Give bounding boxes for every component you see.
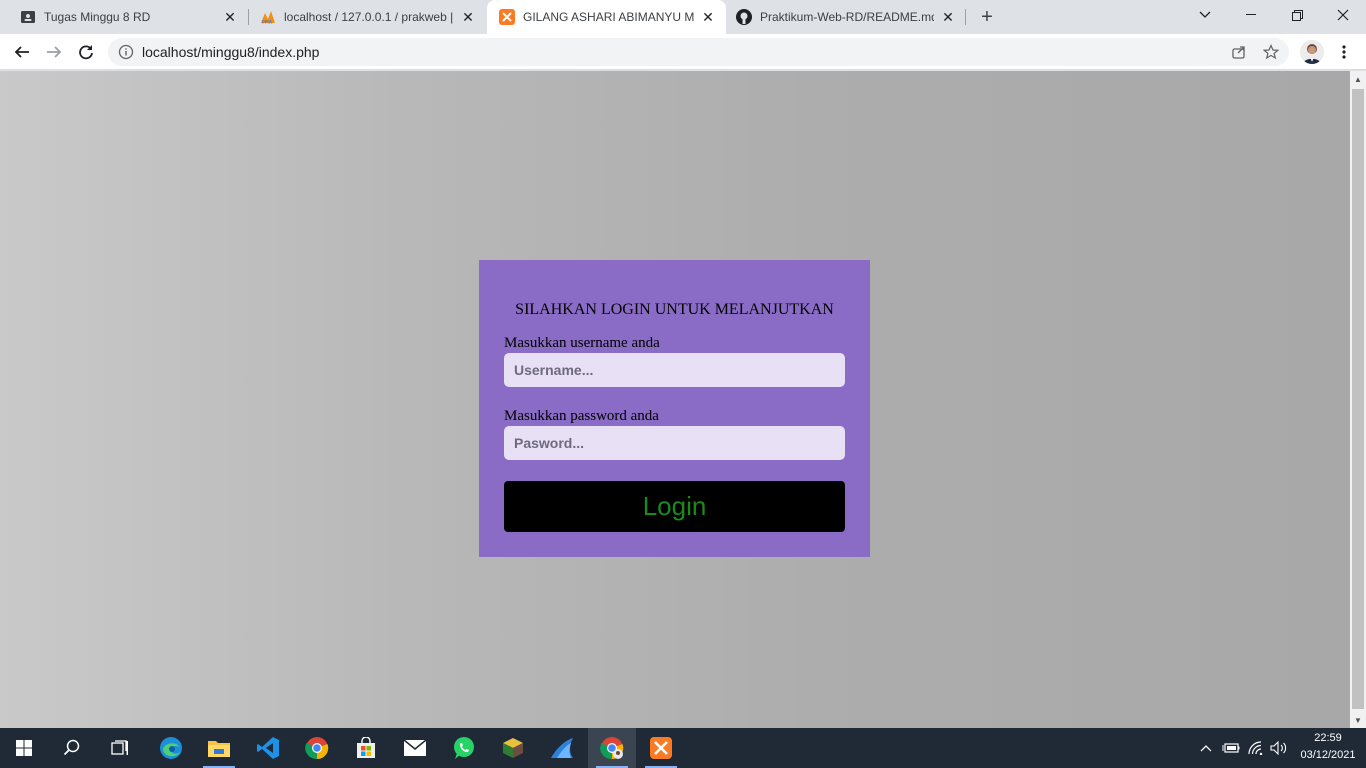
login-button[interactable]: Login (504, 481, 845, 532)
scroll-up-arrow-icon[interactable]: ▲ (1350, 71, 1366, 87)
password-input[interactable] (504, 426, 845, 460)
taskbar-edge[interactable] (147, 728, 195, 768)
search-icon (63, 739, 80, 756)
vscode-icon (257, 737, 279, 759)
minimize-button[interactable] (1228, 0, 1274, 30)
taskbar-store[interactable] (342, 728, 390, 768)
tab-tugas[interactable]: Tugas Minggu 8 RD ✕ (0, 0, 248, 34)
login-title: SILAHKAN LOGIN UNTUK MELANJUTKAN (515, 301, 834, 318)
back-arrow-icon (14, 46, 29, 58)
browser-toolbar: localhost/minggu8/index.php (0, 34, 1366, 70)
person-icon (1300, 40, 1324, 64)
taskbar-clock[interactable]: 22:59 03/12/2021 (1290, 730, 1366, 766)
chevron-down-icon (1199, 11, 1211, 18)
tab-search-button[interactable] (1182, 0, 1228, 30)
tab-title: Praktikum-Web-RD/README.md (760, 10, 934, 24)
page-scrollbar[interactable]: ▲ ▼ (1350, 71, 1366, 728)
taskbar-mail[interactable] (391, 728, 439, 768)
store-icon (357, 737, 375, 758)
back-button[interactable] (8, 38, 36, 66)
search-button[interactable] (48, 728, 96, 768)
svg-text:PMA: PMA (262, 20, 273, 25)
chevron-up-icon (1200, 745, 1212, 752)
battery-icon (1222, 743, 1240, 753)
tab-phpmyadmin[interactable]: PMA localhost / 127.0.0.1 / prakweb | p … (248, 0, 486, 34)
bookmark-star-icon[interactable] (1263, 44, 1279, 60)
taskbar-chrome-active[interactable] (588, 728, 636, 768)
profile-avatar[interactable] (1300, 40, 1324, 64)
browser-menu-button[interactable] (1336, 40, 1352, 64)
taskbar-chrome[interactable] (293, 728, 341, 768)
taskbar-app-wave[interactable] (538, 728, 586, 768)
edge-icon (160, 737, 182, 759)
taskbar-file-explorer[interactable] (195, 728, 243, 768)
wave-app-icon (551, 738, 573, 758)
chrome-profile-icon (600, 737, 624, 760)
wifi-icon (1248, 741, 1263, 755)
username-label: Masukkan username anda (504, 335, 660, 351)
start-button[interactable] (0, 728, 48, 768)
username-input[interactable] (504, 353, 845, 387)
cube-app-icon (503, 738, 523, 758)
windows-logo-icon (16, 740, 32, 756)
share-icon[interactable] (1231, 44, 1247, 60)
more-vertical-icon (1342, 45, 1346, 59)
taskbar-vscode[interactable] (244, 728, 292, 768)
info-icon[interactable] (118, 44, 134, 60)
minimize-icon (1246, 14, 1256, 15)
forward-button[interactable] (40, 38, 68, 66)
clock-time: 22:59 (1314, 732, 1342, 744)
folder-icon (208, 741, 230, 757)
volume-button[interactable] (1268, 728, 1290, 768)
tab-separator (965, 9, 966, 25)
tab-title: GILANG ASHARI ABIMANYU MIN (523, 10, 694, 24)
whatsapp-icon (454, 737, 474, 759)
url-text[interactable]: localhost/minggu8/index.php (142, 38, 319, 66)
forward-arrow-icon (47, 46, 62, 58)
clock-date: 03/12/2021 (1300, 749, 1356, 761)
reload-icon (79, 45, 93, 60)
task-view-button[interactable] (96, 728, 144, 768)
scroll-down-arrow-icon[interactable]: ▼ (1350, 712, 1366, 728)
address-bar[interactable]: localhost/minggu8/index.php (108, 38, 1289, 66)
taskbar-xampp[interactable] (637, 728, 685, 768)
close-icon (1337, 9, 1349, 21)
login-card: SILAHKAN LOGIN UNTUK MELANJUTKAN Masukka… (479, 260, 870, 557)
xampp-icon (499, 9, 515, 25)
phpmyadmin-icon: PMA (260, 9, 276, 25)
taskbar-whatsapp[interactable] (440, 728, 488, 768)
tab-xampp[interactable]: GILANG ASHARI ABIMANYU MIN ✕ (487, 0, 726, 34)
speaker-icon (1270, 741, 1287, 755)
scroll-thumb[interactable] (1352, 89, 1364, 709)
classroom-icon (20, 9, 36, 25)
tab-strip: Tugas Minggu 8 RD ✕ PMA localhost / 127.… (0, 0, 1366, 34)
close-window-button[interactable] (1320, 0, 1366, 30)
new-tab-button[interactable]: + (976, 6, 998, 28)
page-viewport: SILAHKAN LOGIN UNTUK MELANJUTKAN Masukka… (0, 71, 1350, 728)
tray-overflow-button[interactable] (1196, 728, 1216, 768)
mail-icon (403, 739, 427, 756)
restore-button[interactable] (1274, 0, 1320, 30)
close-icon[interactable]: ✕ (700, 9, 716, 25)
github-icon (736, 9, 752, 25)
password-label: Masukkan password anda (504, 408, 659, 424)
task-view-icon (111, 740, 128, 755)
chrome-icon (305, 737, 329, 760)
network-button[interactable] (1245, 728, 1267, 768)
close-icon[interactable]: ✕ (460, 9, 476, 25)
tab-title: localhost / 127.0.0.1 / prakweb | p (284, 10, 454, 24)
windows-taskbar: 22:59 03/12/2021 (0, 728, 1366, 768)
taskbar-app-cube[interactable] (489, 728, 537, 768)
tab-title: Tugas Minggu 8 RD (44, 10, 151, 24)
restore-icon (1291, 9, 1303, 21)
close-icon[interactable]: ✕ (222, 9, 238, 25)
close-icon[interactable]: ✕ (940, 9, 956, 25)
xampp-icon (650, 737, 672, 759)
reload-button[interactable] (72, 38, 100, 66)
tab-github[interactable]: Praktikum-Web-RD/README.md ✕ (726, 0, 966, 34)
battery-button[interactable] (1220, 728, 1242, 768)
